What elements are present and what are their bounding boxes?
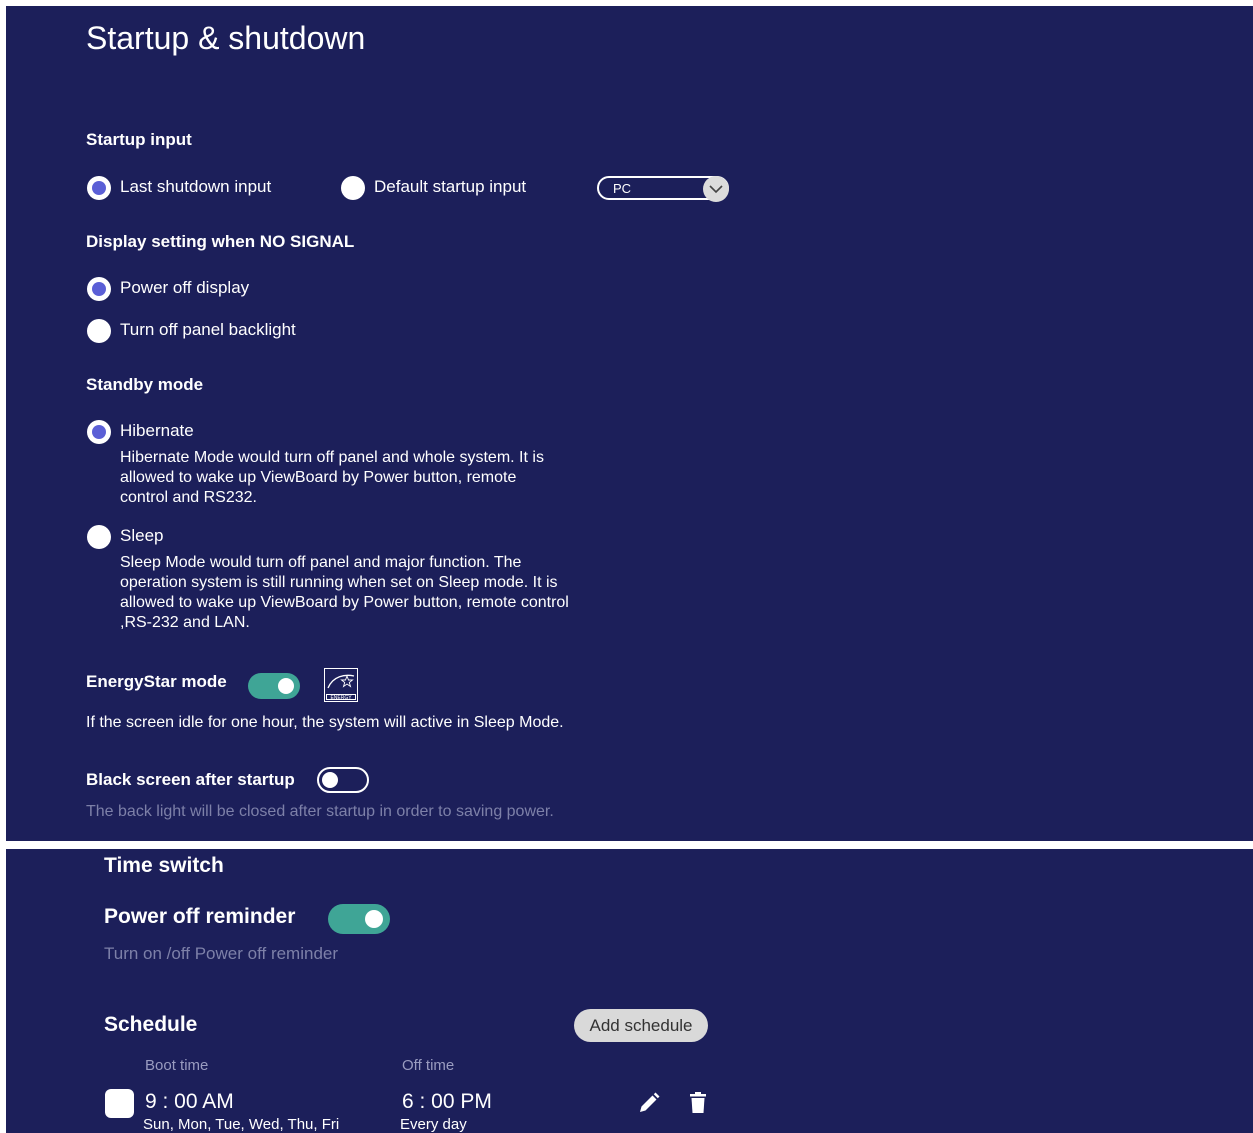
power-off-display-label[interactable]: Power off display — [120, 278, 249, 298]
startup-input-dropdown[interactable]: PC — [597, 176, 729, 202]
energy-star-logo-text: ENERGY STAR — [326, 694, 356, 700]
energystar-label: EnergyStar mode — [86, 672, 227, 691]
time-switch-panel: Time switch Power off reminder Turn on /… — [6, 849, 1253, 1133]
power-off-display-radio[interactable] — [87, 277, 111, 301]
off-days-value: Every day — [400, 1116, 467, 1133]
sleep-description: Sleep Mode would turn off panel and majo… — [120, 554, 569, 631]
power-off-reminder-toggle[interactable] — [328, 904, 390, 934]
edit-pencil-icon[interactable] — [638, 1092, 660, 1119]
startup-input-heading: Startup input — [86, 130, 192, 149]
page-title: Startup & shutdown — [86, 20, 366, 56]
sleep-label[interactable]: Sleep — [120, 526, 163, 546]
energystar-toggle[interactable] — [248, 673, 300, 699]
default-startup-input-label[interactable]: Default startup input — [374, 177, 526, 197]
black-screen-description: The back light will be closed after star… — [86, 803, 554, 820]
power-off-reminder-label: Power off reminder — [104, 905, 296, 928]
boot-time-value: 9 : 00 AM — [145, 1090, 234, 1113]
time-switch-heading: Time switch — [104, 854, 224, 877]
no-signal-heading: Display setting when NO SIGNAL — [86, 232, 355, 251]
add-schedule-button[interactable]: Add schedule — [574, 1009, 708, 1042]
turn-off-backlight-label[interactable]: Turn off panel backlight — [120, 320, 296, 340]
black-screen-label: Black screen after startup — [86, 770, 295, 789]
standby-mode-heading: Standby mode — [86, 375, 204, 394]
startup-shutdown-panel: Startup & shutdown Startup input Last sh… — [6, 6, 1253, 841]
last-shutdown-input-label[interactable]: Last shutdown input — [120, 177, 271, 197]
boot-days-value: Sun, Mon, Tue, Wed, Thu, Fri — [143, 1116, 340, 1133]
energy-star-logo: ENERGY STAR — [324, 668, 358, 702]
hibernate-radio[interactable] — [87, 420, 111, 444]
default-startup-input-radio[interactable] — [341, 176, 365, 200]
energystar-description: If the screen idle for one hour, the sys… — [86, 714, 564, 731]
chevron-down-icon — [703, 176, 729, 202]
trash-icon[interactable] — [690, 1092, 706, 1119]
black-screen-toggle[interactable] — [317, 767, 369, 793]
schedule-checkbox[interactable] — [105, 1089, 134, 1118]
boot-time-header: Boot time — [145, 1057, 209, 1074]
sleep-radio[interactable] — [87, 525, 111, 549]
startup-input-dropdown-value: PC — [613, 181, 632, 196]
off-time-header: Off time — [402, 1057, 455, 1074]
power-off-reminder-description: Turn on /off Power off reminder — [104, 944, 339, 963]
schedule-label: Schedule — [104, 1013, 198, 1036]
last-shutdown-input-radio[interactable] — [87, 176, 111, 200]
turn-off-backlight-radio[interactable] — [87, 319, 111, 343]
hibernate-label[interactable]: Hibernate — [120, 421, 194, 441]
off-time-value: 6 : 00 PM — [402, 1090, 492, 1113]
hibernate-description: Hibernate Mode would turn off panel and … — [120, 449, 544, 506]
